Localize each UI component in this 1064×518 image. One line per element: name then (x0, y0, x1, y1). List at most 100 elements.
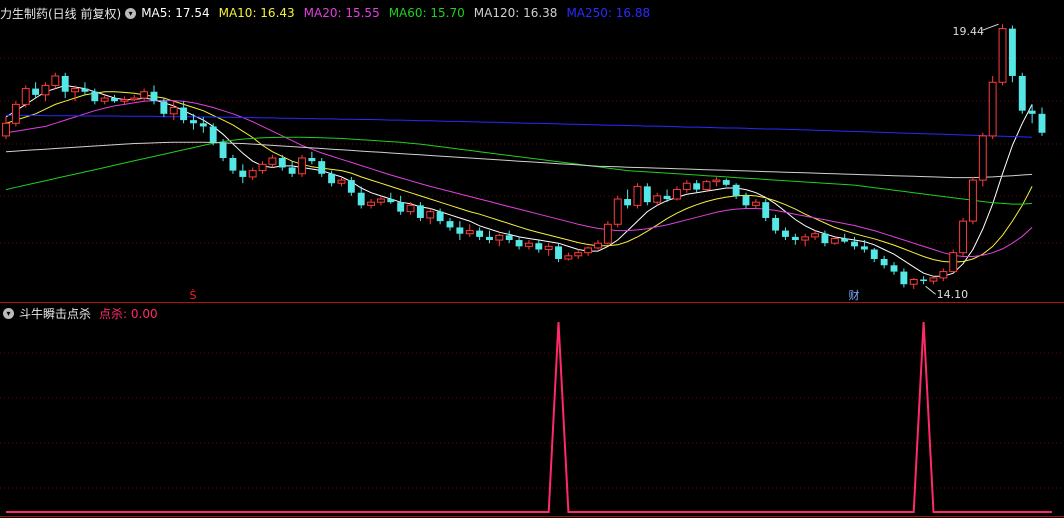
low-price-label: 14.10 (937, 288, 969, 301)
candle-body-up (465, 230, 474, 235)
indicator-title[interactable]: 斗牛瞬击点杀 (19, 305, 91, 322)
candle-body-down (791, 236, 799, 241)
candle-body-down (199, 123, 207, 127)
s-marker: Ŝ (189, 289, 196, 302)
candle-body-down (111, 98, 118, 102)
low-pointer (925, 285, 936, 295)
candle-body-down (515, 240, 523, 247)
candle-body-down (180, 107, 188, 121)
indicator-value-label: 点杀: 0.00 (99, 306, 158, 321)
candle-body-down (900, 271, 908, 285)
candle-body-up (594, 242, 602, 249)
candle-body-down (1008, 28, 1016, 76)
ma250-line (6, 114, 1033, 138)
ma10-label: MA10: 16.43 (218, 6, 295, 20)
candle-body-up (811, 233, 820, 238)
ma5-label: MA5: 17.54 (141, 6, 210, 20)
candle-body-up (21, 88, 30, 105)
candle-body-up (949, 252, 958, 273)
candle-body-down (762, 202, 770, 218)
cai-marker: 财 (849, 288, 860, 302)
candle-body-up (613, 198, 622, 225)
candle-body-down (890, 265, 898, 272)
ma60-label: MA60: 15.70 (388, 6, 465, 20)
candle-body-up (248, 170, 257, 178)
candle-body-down (555, 246, 562, 259)
candle-body-up (603, 223, 612, 244)
ma20-line (5, 99, 1033, 257)
candle-body-down (61, 75, 69, 92)
candle-body-up (959, 220, 968, 254)
candle-body-down (722, 180, 730, 185)
candle-body-up (712, 179, 721, 183)
candle-body-up (584, 247, 593, 254)
candle-body-down (624, 199, 632, 206)
candle-body-down (436, 211, 444, 222)
candle-body-up (41, 84, 50, 96)
candle-body-down (456, 227, 464, 234)
candle-body-up (100, 97, 109, 102)
candle-body-down (772, 217, 780, 231)
candle-body-up (2, 122, 10, 137)
candle-body-down (732, 184, 740, 196)
candle-body-up (406, 204, 415, 213)
candle-body-down (742, 195, 750, 206)
candle-body-down (357, 192, 365, 206)
candle-body-down (880, 258, 888, 266)
candle-body-up (169, 107, 178, 115)
candle-body-down (397, 202, 405, 212)
candle-body-down (643, 186, 651, 203)
ma120-line (5, 141, 1033, 179)
candle-body-down (1038, 113, 1046, 133)
candle-body-up (672, 189, 681, 200)
candle-body-down (693, 183, 701, 190)
candle-body-down (446, 221, 454, 228)
upper-panel-header: 力生制药(日线 前复权) ▾ MA5: 17.54 MA10: 16.43 MA… (0, 2, 659, 24)
candle-body-up (682, 182, 691, 191)
candle-body-down (308, 158, 316, 162)
ma250-label: MA250: 16.88 (566, 6, 651, 20)
settings-circle-icon[interactable]: ▾ (3, 307, 14, 319)
candle-body-up (633, 185, 642, 206)
candle-body-down (32, 88, 40, 95)
candle-body-down (318, 161, 326, 174)
candle-body-up (978, 135, 987, 181)
candle-body-down (476, 230, 484, 237)
stock-chart[interactable]: 19.44 14.10 Ŝ 财 (0, 0, 1064, 518)
candle-body-down (486, 236, 493, 241)
candle-body-up (968, 179, 977, 222)
candle-body-up (71, 88, 80, 93)
candle-body-down (1018, 75, 1026, 111)
candle-body-up (653, 195, 662, 203)
candle-body-up (929, 277, 938, 282)
candle-body-down (81, 88, 89, 92)
candle-body-up (268, 157, 277, 165)
candle-body-up (998, 28, 1007, 83)
candle-body-up (298, 157, 306, 175)
candle-body-down (209, 126, 217, 143)
candle-body-down (347, 180, 355, 193)
candle-body-up (11, 103, 20, 124)
ma60-line (5, 136, 1033, 205)
ma20-label: MA20: 15.55 (303, 6, 380, 20)
lower-panel-header: ▾ 斗牛瞬击点杀 点杀: 0.00 (0, 302, 158, 324)
candle-body-down (870, 249, 878, 259)
candle-body-down (663, 195, 671, 200)
candle-body-up (51, 75, 60, 86)
stock-title[interactable]: 力生制药(日线 前复权) (0, 5, 121, 22)
high-price-label: 19.44 (953, 25, 985, 38)
candle-body-up (801, 236, 810, 241)
candle-body-down (387, 199, 395, 203)
settings-circle-icon[interactable]: ▾ (125, 7, 137, 19)
candle-body-down (535, 243, 543, 250)
candle-body-down (328, 173, 336, 184)
candle-body-up (120, 99, 129, 102)
candle-body-up (140, 91, 149, 99)
candle-body-down (229, 158, 237, 171)
candle-body-up (544, 245, 553, 251)
candle-body-up (258, 163, 267, 172)
candle-body-up (564, 255, 573, 260)
candle-body-down (239, 170, 247, 177)
candle-body-down (782, 230, 789, 237)
candle-body-up (495, 234, 504, 241)
